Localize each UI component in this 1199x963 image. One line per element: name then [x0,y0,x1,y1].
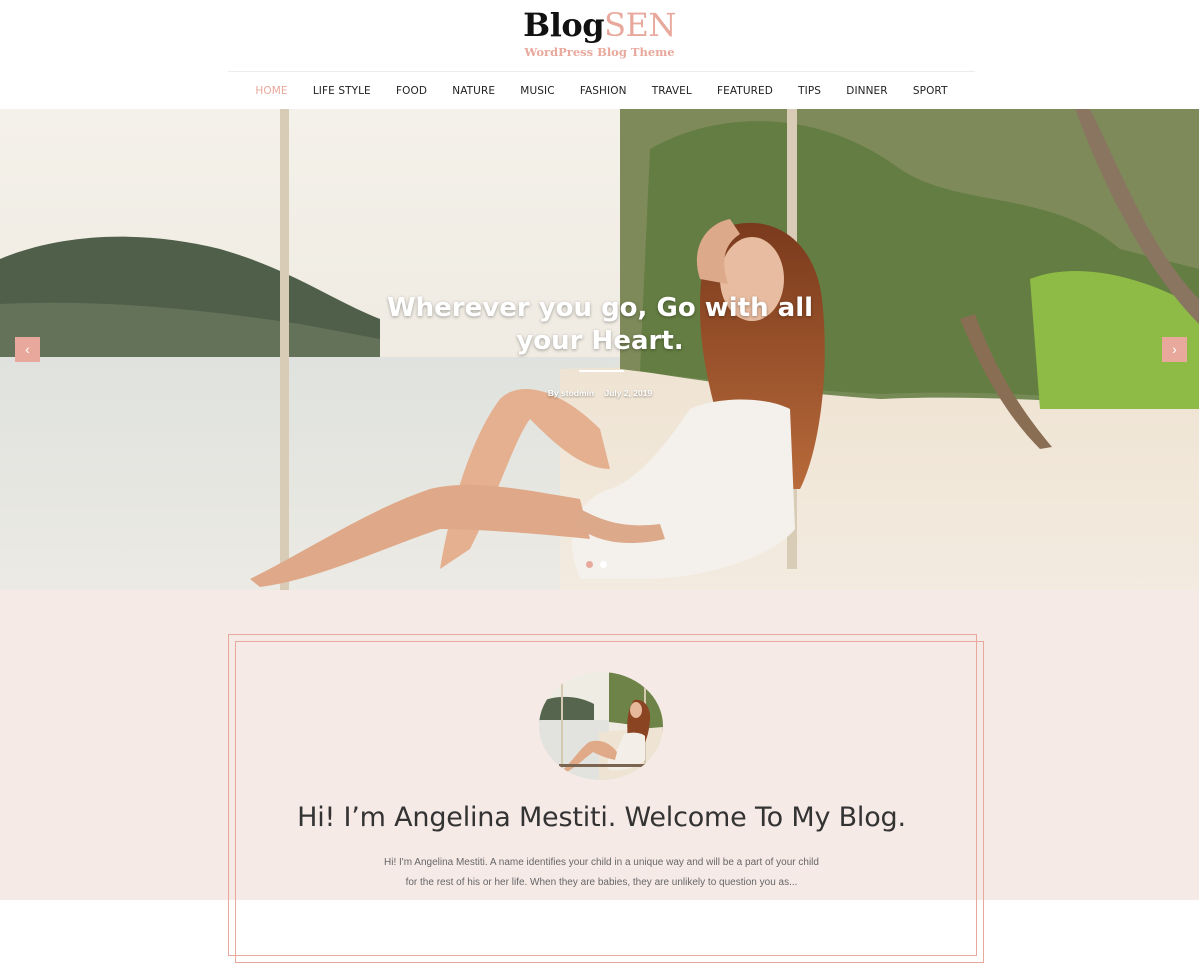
chevron-right-icon: › [1172,341,1177,357]
chevron-left-icon: ‹ [25,341,30,357]
hero-title[interactable]: Wherever you go, Go with all your Heart. [350,292,850,358]
avatar[interactable] [539,672,663,780]
site-logo[interactable]: BlogSEN WordPress Blog Theme [0,6,1199,59]
nav-item-fashion[interactable]: FASHION [567,85,639,97]
nav-item-life-style[interactable]: LIFE STYLE [300,85,383,97]
logo-title[interactable]: BlogSEN [0,6,1199,44]
nav-item-travel[interactable]: TRAVEL [639,85,704,97]
logo-part-blog: Blog [523,6,605,44]
nav-item-nature[interactable]: NATURE [440,85,508,97]
hero-meta: By stodmin July 2, 2019 [520,388,680,398]
slider-dot-1[interactable] [586,561,593,568]
nav-item-dinner[interactable]: DINNER [834,85,901,97]
about-text: Hi! I'm Angelina Mestiti. A name identif… [350,853,853,893]
post-author[interactable]: By stodmin [548,388,594,398]
logo-part-sen: SEN [604,6,676,44]
hero-slider: Wherever you go, Go with all your Heart.… [0,109,1199,590]
about-text-line-1: Hi! I'm Angelina Mestiti. A name identif… [384,857,819,868]
site-header: BlogSEN WordPress Blog Theme HOME LIFE S… [0,0,1199,109]
nav-item-sport[interactable]: SPORT [900,85,960,97]
nav-item-featured[interactable]: FEATURED [704,85,785,97]
nav-item-food[interactable]: FOOD [383,85,439,97]
about-heading: Hi! I’m Angelina Mestiti. Welcome To My … [297,802,906,833]
site-tagline: WordPress Blog Theme [524,45,675,59]
main-nav: HOME LIFE STYLE FOOD NATURE MUSIC FASHIO… [228,71,975,110]
slider-dot-2[interactable] [600,561,607,568]
about-text-line-2: for the rest of his or her life. When th… [405,877,798,888]
nav-item-home[interactable]: HOME [243,85,300,97]
nav-item-music[interactable]: MUSIC [508,85,568,97]
slider-next-button[interactable]: › [1162,337,1187,362]
nav-item-tips[interactable]: TIPS [786,85,834,97]
slider-prev-button[interactable]: ‹ [15,337,40,362]
avatar-image [539,672,663,780]
post-date[interactable]: July 2, 2019 [604,388,652,398]
about-section: Hi! I’m Angelina Mestiti. Welcome To My … [0,590,1199,963]
hero-divider [579,370,624,372]
slider-dots [586,561,607,568]
nav-list: HOME LIFE STYLE FOOD NATURE MUSIC FASHIO… [228,72,975,110]
